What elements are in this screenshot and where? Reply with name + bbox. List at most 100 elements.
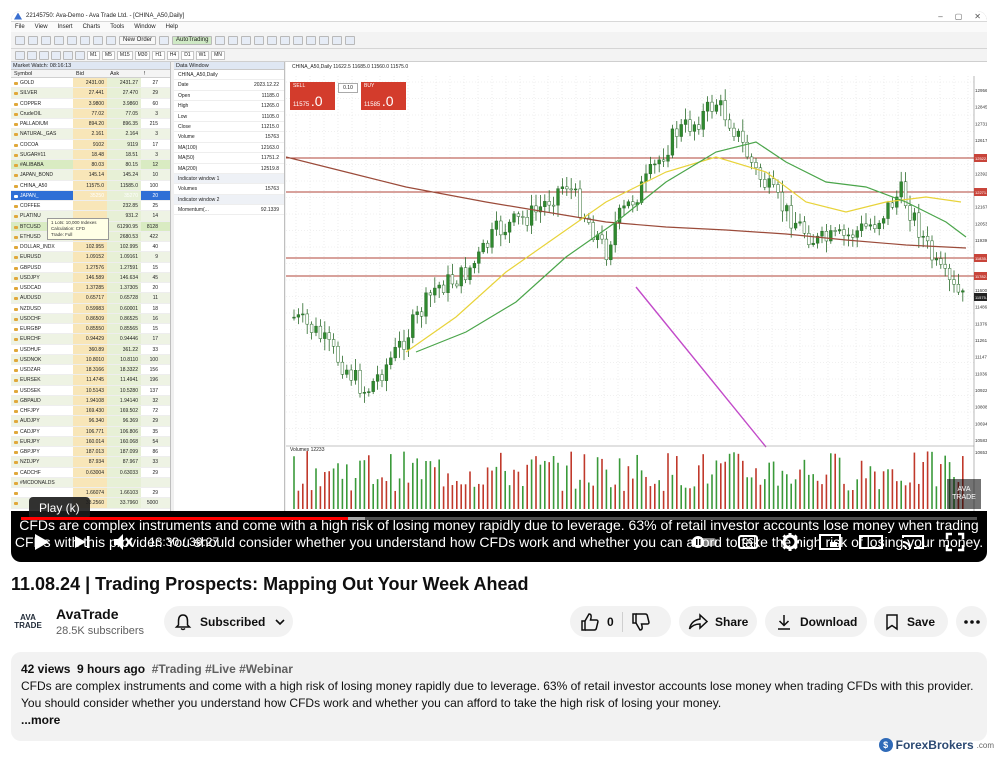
- market-watch-row[interactable]: NATURAL_GAS 2.161 2.164 3: [11, 129, 170, 140]
- market-watch-row[interactable]: JAPAN_ 35250 35270 20: [11, 190, 170, 201]
- fullscreen-button[interactable]: [941, 527, 969, 557]
- market-watch-row[interactable]: EURUSD 1.09152 1.09161 9: [11, 252, 170, 263]
- market-watch-row[interactable]: PALLADIUM 894.20 896.35 215: [11, 119, 170, 130]
- market-watch-row[interactable]: CADJPY 106.771 106.806 35: [11, 426, 170, 437]
- market-watch-row[interactable]: GBPAUD 1.94108 1.94140 32: [11, 395, 170, 406]
- market-watch-row[interactable]: USDHUF 360.89 361.22 33: [11, 344, 170, 355]
- data-value: 92.1339: [260, 207, 279, 214]
- market-watch-row[interactable]: NZDJPY 87.934 87.967 33: [11, 457, 170, 468]
- market-watch-row[interactable]: #ALIBABA 80.03 80.15 12: [11, 160, 170, 171]
- channel-name[interactable]: AvaTrade: [56, 606, 119, 622]
- market-watch-row[interactable]: EURSEK 11.4745 11.4941 196: [11, 375, 170, 386]
- subscribed-button[interactable]: Subscribed: [164, 606, 293, 637]
- symbol-cell: EURUSD: [11, 252, 73, 261]
- play-button[interactable]: [27, 527, 55, 557]
- hashtags[interactable]: #Trading #Live #Webinar: [152, 662, 293, 676]
- candle-body: [419, 311, 424, 317]
- spread-cell: 54: [152, 438, 158, 445]
- spread-cell: 29: [152, 90, 158, 97]
- candle-body: [323, 332, 327, 339]
- trend-line: [635, 286, 767, 448]
- description-text: CFDs are complex instruments and come wi…: [21, 679, 974, 710]
- captions-button[interactable]: CC: [735, 527, 761, 557]
- video-player[interactable]: 22145750: Ava-Demo - Ava Trade Ltd. - [C…: [11, 11, 987, 562]
- candle-body: [864, 223, 868, 227]
- bid-cell: 0.63004: [73, 467, 107, 477]
- progress-bar[interactable]: [21, 517, 977, 520]
- channel-avatar[interactable]: AVA TRADE: [11, 609, 45, 635]
- market-watch-row[interactable]: CrudeOIL 77.02 77.05 3: [11, 108, 170, 119]
- data-window-row: Date 2023.12.22: [174, 80, 284, 91]
- market-watch-row[interactable]: EURCHF 0.94429 0.94446 17: [11, 334, 170, 345]
- like-button[interactable]: [580, 612, 600, 632]
- download-button[interactable]: Download: [765, 606, 867, 637]
- market-watch-row[interactable]: CHFJPY 169.430 169.502 72: [11, 406, 170, 417]
- symbol-cell: JAPAN_BOND: [11, 170, 73, 179]
- market-watch-row[interactable]: CADCHF 0.63004 0.63033 29: [11, 467, 170, 478]
- ask-cell: 11585.0: [107, 180, 141, 190]
- data-value: 11751.2: [261, 155, 279, 162]
- price-tick: 11600.0: [975, 288, 987, 293]
- price-tick: 10922.0: [975, 388, 987, 393]
- market-watch-row[interactable]: AUDJPY 96.340 96.369 29: [11, 416, 170, 427]
- market-watch-row[interactable]: EURGBP 0.85550 0.85565 15: [11, 324, 170, 335]
- bid-cell: 160.014: [73, 436, 107, 446]
- spread-cell: 45: [152, 274, 158, 281]
- spread-cell: 11: [152, 295, 158, 302]
- mute-button[interactable]: [109, 527, 137, 557]
- market-watch-row[interactable]: GBPJPY 187.013 187.099 86: [11, 447, 170, 458]
- market-watch-row[interactable]: USDCAD 1.37285 1.37305 20: [11, 283, 170, 294]
- market-watch-row[interactable]: #MCDONALDS: [11, 477, 170, 488]
- volume-label: Volumes 12233: [290, 447, 325, 453]
- market-watch-row[interactable]: AUDUSD 0.65717 0.65728 11: [11, 293, 170, 304]
- candle-body: [934, 258, 939, 261]
- candle-body: [763, 179, 767, 188]
- data-window-row: Volumes 15763: [174, 184, 284, 195]
- market-watch-row[interactable]: USDCHF 0.86509 0.86525 16: [11, 313, 170, 324]
- market-watch-row[interactable]: GOLD 2431.00 2431.27 27: [11, 78, 170, 89]
- market-watch-row[interactable]: CHINA_A50 11575.0 11585.0 100: [11, 180, 170, 191]
- share-button[interactable]: Share: [679, 606, 757, 637]
- market-watch-row[interactable]: NZDUSD 0.59983 0.60001 18: [11, 303, 170, 314]
- candle-body: [736, 130, 741, 137]
- spread-cell: 29: [152, 490, 158, 496]
- ask-cell: 9119: [107, 139, 141, 149]
- market-watch-row[interactable]: GBPUSD 1.27576 1.27591 15: [11, 262, 170, 273]
- settings-button[interactable]: [777, 527, 803, 557]
- volume-muted-icon: [114, 534, 133, 550]
- market-watch-row[interactable]: SUGAR#11 18.48 18.51 3: [11, 149, 170, 160]
- column-header: Ask: [110, 71, 120, 77]
- market-watch-row[interactable]: DOLLAR_INDX 102.955 102.995 40: [11, 242, 170, 253]
- sell-box: SELL 11575 .0: [290, 82, 335, 110]
- theater-mode-button[interactable]: [857, 527, 885, 557]
- market-watch-row[interactable]: USDSEK 10.5143 10.5280 137: [11, 385, 170, 396]
- market-watch-row[interactable]: COFFEE 232.85 25: [11, 201, 170, 212]
- candle-body: [441, 284, 446, 293]
- ask-cell: 0.60001: [107, 303, 141, 313]
- market-watch-row[interactable]: COPPER 3.9800 3.9860 60: [11, 98, 170, 109]
- autoplay-toggle[interactable]: [687, 527, 721, 557]
- market-watch-row[interactable]: JAPAN_BOND 145.14 145.24 10: [11, 170, 170, 181]
- dislike-button[interactable]: [631, 612, 651, 632]
- market-watch-row[interactable]: COCOA 9102 9119 17: [11, 139, 170, 150]
- bid-cell: 77.02: [73, 108, 107, 118]
- symbol-cell: [11, 488, 73, 497]
- miniplayer-button[interactable]: [817, 527, 843, 557]
- next-button[interactable]: [69, 527, 95, 557]
- show-more-link[interactable]: ...more: [21, 712, 977, 729]
- market-watch-row[interactable]: SILVER 27.441 27.470 29: [11, 88, 170, 99]
- market-watch-row[interactable]: USDZAR 18.3166 18.3322 156: [11, 365, 170, 376]
- cast-button[interactable]: [899, 527, 927, 557]
- more-actions-button[interactable]: [956, 606, 987, 637]
- ask-cell: 0.86525: [107, 313, 141, 323]
- description-box[interactable]: 42 views 9 hours ago #Trading #Live #Web…: [11, 652, 987, 741]
- market-watch-row[interactable]: EURJPY 160.014 160.068 54: [11, 436, 170, 447]
- candle-body: [331, 339, 336, 347]
- candle-body: [433, 287, 437, 296]
- save-button[interactable]: Save: [874, 606, 948, 637]
- symbol-cell: DOLLAR_INDX: [11, 242, 73, 251]
- market-watch-row[interactable]: USDNOK 10.8010 10.8110 100: [11, 354, 170, 365]
- timeframe-item: M15: [116, 50, 133, 60]
- column-header: Symbol: [14, 71, 33, 77]
- market-watch-row[interactable]: USDJPY 146.589 146.634 45: [11, 272, 170, 283]
